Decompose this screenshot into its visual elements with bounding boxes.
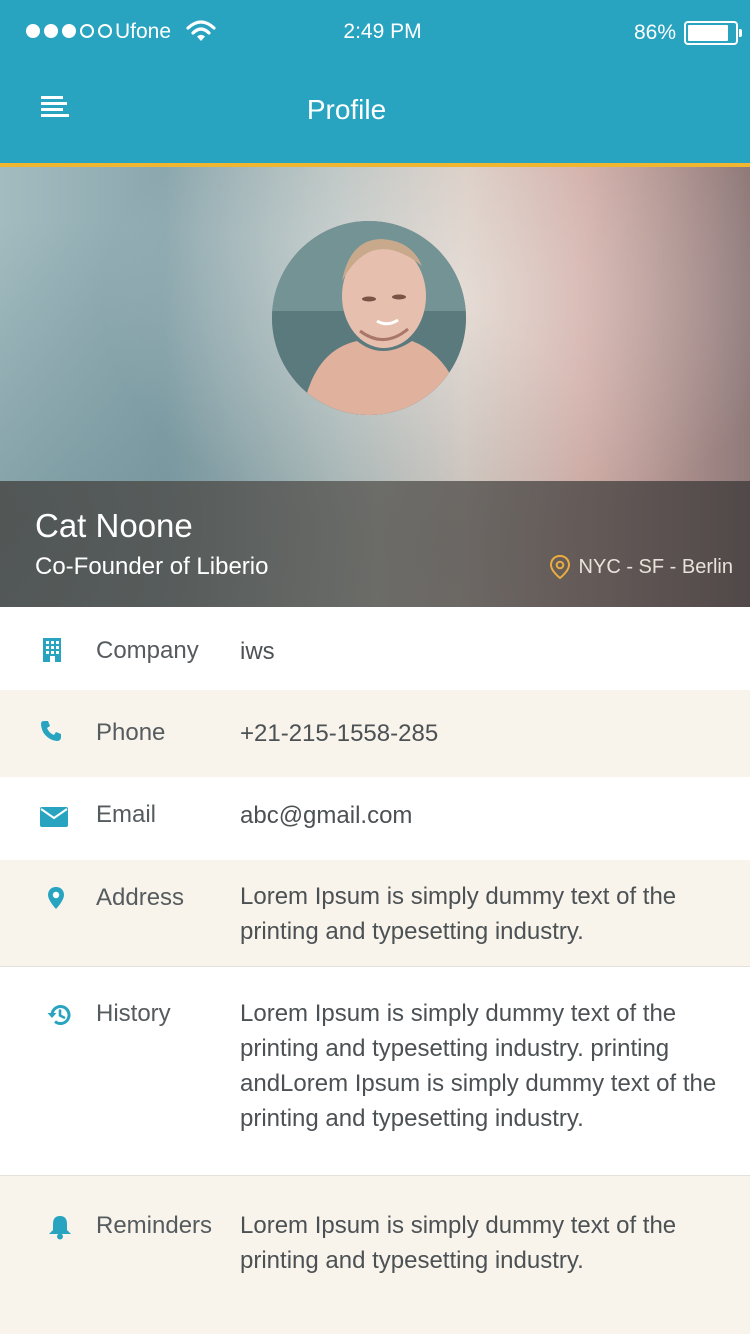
detail-value: iws xyxy=(240,638,275,665)
detail-label: Reminders xyxy=(96,1212,213,1239)
battery-icon xyxy=(684,21,738,45)
detail-row-history: History Lorem Ipsum is simply dummy text… xyxy=(0,967,750,1175)
detail-value: abc@gmail.com xyxy=(240,802,413,829)
detail-value: Lorem Ipsum is simply dummy text of the … xyxy=(240,1212,677,1274)
detail-value: +21-215-1558-285 xyxy=(240,720,439,747)
detail-label: Company xyxy=(96,637,199,664)
avatar-photo xyxy=(272,221,466,415)
history-icon xyxy=(47,1005,71,1025)
battery-nub xyxy=(739,29,742,37)
profile-name: Cat Noone xyxy=(35,507,193,544)
detail-value: Lorem Ipsum is simply dummy text of the … xyxy=(240,883,677,945)
profile-location: NYC - SF - Berlin xyxy=(549,554,733,580)
battery-level xyxy=(688,25,728,41)
app-header: Ufone 2:49 PM 86% Profile xyxy=(0,0,750,163)
detail-label: History xyxy=(96,1000,171,1027)
detail-row-company: Company iws xyxy=(0,607,750,690)
phone-icon xyxy=(41,721,61,741)
map-pin-icon xyxy=(48,887,64,909)
profile-hero: Cat Noone Co-Founder of Liberio NYC - SF… xyxy=(0,167,750,607)
profile-role: Co-Founder of Liberio xyxy=(35,553,269,580)
status-bar: Ufone 2:49 PM 86% xyxy=(0,0,750,66)
detail-row-reminders: Reminders Lorem Ipsum is simply dummy te… xyxy=(0,1176,750,1334)
building-icon xyxy=(43,638,61,662)
detail-label: Phone xyxy=(96,719,166,746)
envelope-icon xyxy=(40,807,68,827)
detail-label: Email xyxy=(96,801,157,828)
detail-row-address: Address Lorem Ipsum is simply dummy text… xyxy=(0,860,750,966)
avatar xyxy=(272,221,466,415)
detail-row-email[interactable]: Email abc@gmail.com xyxy=(0,777,750,860)
battery-percent: 86% xyxy=(634,21,677,44)
location-text: NYC - SF - Berlin xyxy=(578,555,733,578)
detail-row-phone[interactable]: Phone +21-215-1558-285 xyxy=(0,690,750,777)
detail-label: Address xyxy=(96,884,185,911)
bell-icon xyxy=(49,1216,71,1240)
detail-value: Lorem Ipsum is simply dummy text of the … xyxy=(240,1000,717,1132)
location-pin-icon xyxy=(549,554,570,580)
page-title: Profile xyxy=(306,94,387,125)
